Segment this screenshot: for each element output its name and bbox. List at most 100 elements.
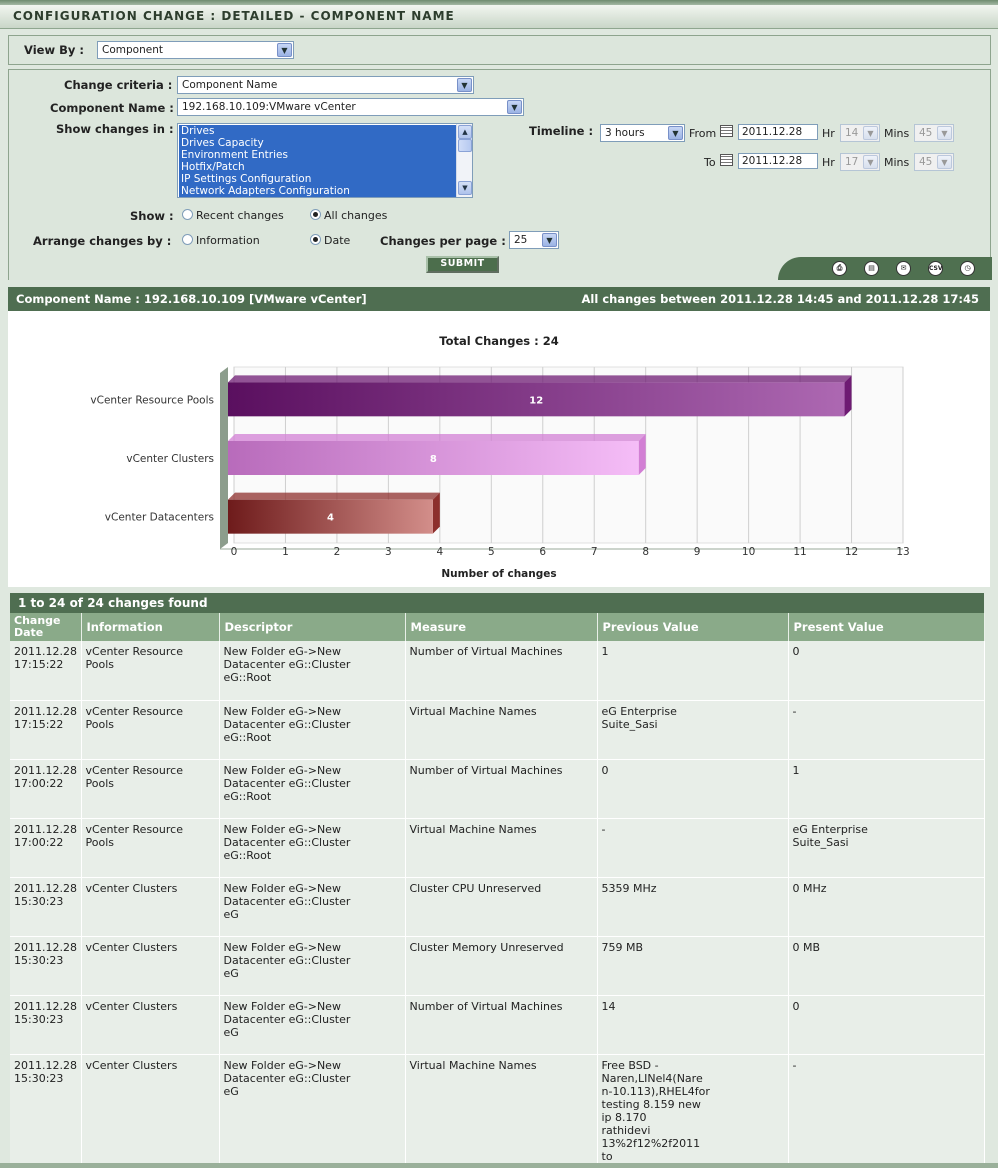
show-changes-in-listbox[interactable]: Drives Drives Capacity Environment Entries…	[177, 123, 473, 198]
x-tick-label: 1	[282, 546, 289, 558]
table-cell: New Folder eG->New Datacenter eG::Cluste…	[219, 995, 406, 1055]
x-tick-label: 3	[385, 546, 392, 558]
table-cell: 0	[788, 641, 985, 701]
to-hr-select[interactable]: 17 ▼	[840, 153, 880, 171]
table-cell: New Folder eG->New Datacenter eG::Cluste…	[219, 700, 406, 760]
chevron-down-icon[interactable]: ▼	[937, 126, 952, 140]
listbox-item[interactable]: Network Adapters Configuration	[179, 185, 457, 197]
table-cell: New Folder eG->New Datacenter eG::Cluste…	[219, 877, 406, 937]
changes-table-section: 1 to 24 of 24 changes found Change Date I…	[10, 593, 985, 1164]
from-date-field[interactable]: 2011.12.28	[738, 124, 818, 140]
chevron-down-icon[interactable]: ▼	[863, 126, 878, 140]
chevron-down-icon[interactable]: ▼	[863, 155, 878, 169]
changes-summary: 1 to 24 of 24 changes found	[10, 593, 984, 613]
chevron-down-icon[interactable]: ▼	[277, 43, 292, 57]
from-mins-label: Mins	[884, 127, 910, 140]
table-cell: -	[788, 1054, 985, 1164]
table-cell: 0 MHz	[788, 877, 985, 937]
timeline-value: 3 hours	[605, 127, 645, 139]
table-cell: 2011.12.28 15:30:23	[10, 877, 82, 937]
category-label: vCenter Datacenters	[105, 512, 214, 524]
chevron-down-icon[interactable]: ▼	[542, 233, 557, 247]
listbox-scrollbar[interactable]: ▲ ▼	[456, 124, 472, 197]
view-by-label: View By :	[24, 43, 84, 57]
column-header: Previous Value	[597, 613, 789, 641]
scroll-up-icon[interactable]: ▲	[458, 125, 472, 139]
radio-recent-changes[interactable]	[182, 209, 193, 220]
listbox-items: Drives Drives Capacity Environment Entries…	[179, 125, 457, 197]
table-cell: Number of Virtual Machines	[405, 759, 598, 819]
component-name-select[interactable]: 192.168.10.109:VMware vCenter ▼	[177, 98, 524, 116]
scroll-thumb[interactable]	[458, 139, 472, 152]
chevron-down-icon[interactable]: ▼	[457, 78, 472, 92]
x-tick-label: 8	[642, 546, 649, 558]
mail-icon[interactable]: ✉	[896, 261, 911, 276]
table-cell: Virtual Machine Names	[405, 700, 598, 760]
table-cell: vCenter Clusters	[81, 995, 220, 1055]
from-min-select[interactable]: 45 ▼	[914, 124, 954, 142]
change-criteria-select[interactable]: Component Name ▼	[177, 76, 474, 94]
radio-all-changes[interactable]	[310, 209, 321, 220]
table-cell: 2011.12.28 17:15:22	[10, 641, 82, 701]
chart-x-ticks: 0 1 2 3 4 5 6 7 8 9 10 11 12 13	[231, 546, 910, 558]
listbox-item[interactable]: Drives	[179, 125, 457, 137]
view-by-select[interactable]: Component ▼	[97, 41, 294, 59]
from-min-value: 45	[919, 127, 933, 139]
x-tick-label: 5	[488, 546, 495, 558]
timer-icon[interactable]: ◷	[960, 261, 975, 276]
timeline-select[interactable]: 3 hours ▼	[600, 124, 685, 142]
table-cell: 1	[788, 759, 985, 819]
to-min-select[interactable]: 45 ▼	[914, 153, 954, 171]
calendar-icon[interactable]	[720, 125, 733, 137]
scroll-down-icon[interactable]: ▼	[458, 181, 472, 195]
x-tick-label: 6	[539, 546, 546, 558]
x-tick-label: 12	[845, 546, 858, 558]
calendar-icon[interactable]	[720, 154, 733, 166]
table-cell: vCenter Resource Pools	[81, 818, 220, 878]
table-cell: 5359 MHz	[597, 877, 789, 937]
chevron-down-icon[interactable]: ▼	[668, 126, 683, 140]
category-label: vCenter Clusters	[126, 453, 214, 465]
x-tick-label: 2	[334, 546, 341, 558]
table-cell: New Folder eG->New Datacenter eG::Cluste…	[219, 1054, 406, 1164]
listbox-item[interactable]: Hotfix/Patch	[179, 161, 457, 173]
table-cell: Virtual Machine Names	[405, 1054, 598, 1164]
bar-top	[228, 492, 440, 500]
change-criteria-label: Change criteria :	[64, 78, 173, 92]
from-hr-select[interactable]: 14 ▼	[840, 124, 880, 142]
chevron-down-icon[interactable]: ▼	[507, 100, 522, 114]
listbox-item[interactable]: IP Settings Configuration	[179, 173, 457, 185]
listbox-item[interactable]: Drives Capacity	[179, 137, 457, 149]
x-tick-label: 9	[694, 546, 701, 558]
show-changes-in-label: Show changes in :	[56, 122, 174, 136]
table-cell: vCenter Resource Pools	[81, 759, 220, 819]
submit-button[interactable]: SUBMIT	[426, 256, 499, 273]
plot-wall	[220, 367, 228, 549]
csv-icon[interactable]: CSV	[928, 261, 943, 276]
table-cell: Number of Virtual Machines	[405, 641, 598, 701]
radio-date[interactable]	[310, 234, 321, 245]
changes-table: Change Date Information Descriptor Measure P…	[10, 613, 985, 1164]
table-cell: vCenter Clusters	[81, 877, 220, 937]
column-header: Measure	[405, 613, 598, 641]
from-label: From	[689, 127, 717, 140]
per-page-value: 25	[514, 234, 528, 246]
x-tick-label: 7	[591, 546, 598, 558]
bar-value-label: 12	[529, 395, 543, 406]
table-body: 2011.12.28 17:15:22 vCenter Resource Pool…	[10, 641, 985, 1164]
column-header: Information	[81, 613, 220, 641]
table-cell: New Folder eG->New Datacenter eG::Cluste…	[219, 641, 406, 701]
bar-side	[844, 375, 852, 417]
bar-side	[432, 492, 440, 534]
listbox-item[interactable]: Environment Entries	[179, 149, 457, 161]
per-page-select[interactable]: 25 ▼	[509, 231, 559, 249]
chevron-down-icon[interactable]: ▼	[937, 155, 952, 169]
date-label: Date	[324, 234, 351, 247]
print-icon[interactable]: ⎙	[832, 261, 847, 276]
to-date-field[interactable]: 2011.12.28	[738, 153, 818, 169]
component-bar: Component Name : 192.168.10.109 [VMware …	[8, 287, 990, 311]
pdf-icon[interactable]: ▤	[864, 261, 879, 276]
table-cell: 0	[597, 759, 789, 819]
table-cell: 0	[788, 995, 985, 1055]
radio-information[interactable]	[182, 234, 193, 245]
